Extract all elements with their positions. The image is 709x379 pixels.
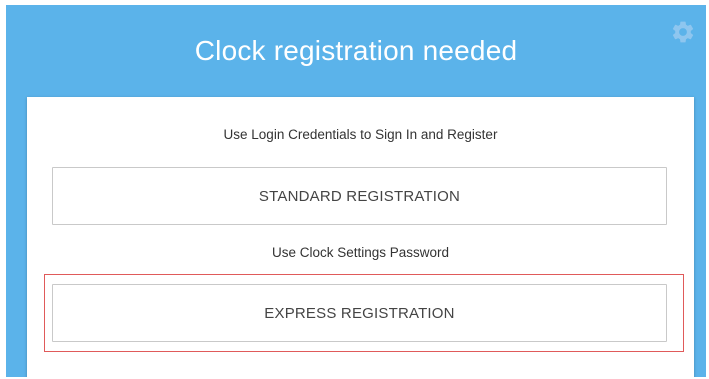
standard-registration-button[interactable]: STANDARD REGISTRATION: [52, 167, 667, 225]
page-title: Clock registration needed: [194, 35, 518, 66]
gear-icon[interactable]: [670, 19, 696, 45]
registration-card: Use Login Credentials to Sign In and Reg…: [27, 97, 694, 377]
registration-screen: Clock registration needed Use Login Cred…: [0, 0, 709, 379]
gear-icon-graphic: [672, 21, 694, 43]
express-registration-hint: Use Clock Settings Password: [271, 245, 450, 260]
express-registration-button[interactable]: EXPRESS REGISTRATION: [52, 284, 667, 342]
standard-registration-hint: Use Login Credentials to Sign In and Reg…: [223, 127, 498, 142]
